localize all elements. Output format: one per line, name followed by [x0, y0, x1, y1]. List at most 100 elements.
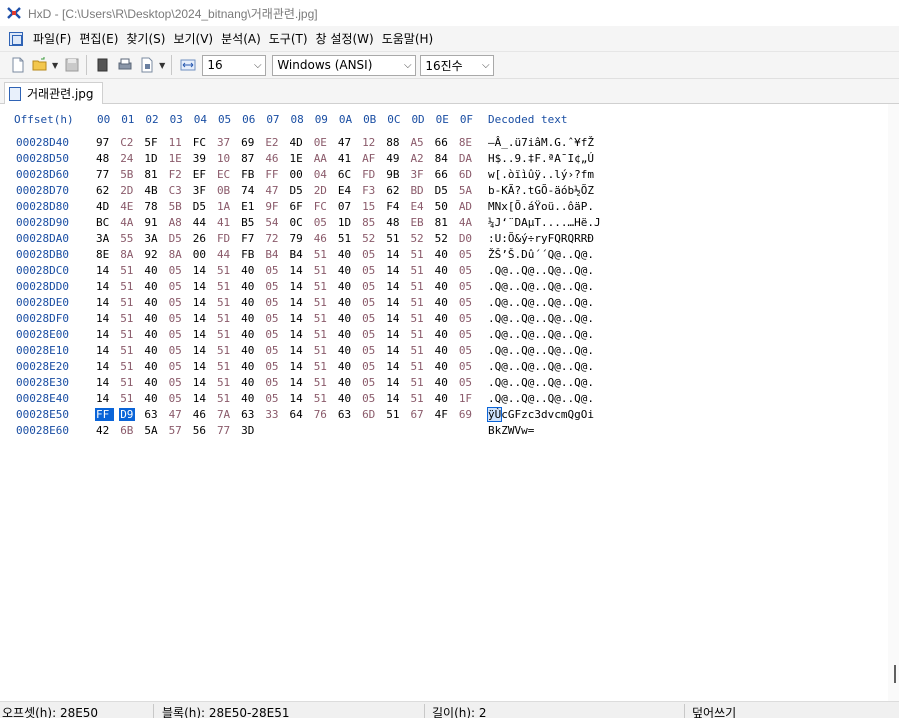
hex-byte[interactable]: 44	[193, 216, 217, 229]
row-decoded-text[interactable]: :U:Õ&ý÷ryFQRQRRÐ	[488, 232, 594, 245]
hex-byte[interactable]: 14	[290, 376, 314, 389]
hex-byte[interactable]: 40	[338, 328, 362, 341]
hex-byte[interactable]: 51	[217, 328, 241, 341]
vertical-scrollbar[interactable]	[888, 104, 899, 701]
menu-tools[interactable]: 도구(T)	[265, 30, 312, 47]
hex-byte[interactable]: EC	[217, 168, 241, 181]
hex-byte[interactable]: 51	[410, 264, 434, 277]
hex-byte[interactable]: 40	[338, 296, 362, 309]
hex-byte[interactable]: AD	[459, 200, 483, 213]
hex-byte[interactable]: F4	[386, 200, 410, 213]
hex-byte[interactable]: 51	[120, 280, 144, 293]
hex-byte[interactable]: 05	[362, 280, 386, 293]
hex-byte[interactable]: 7A	[217, 408, 241, 421]
hex-byte[interactable]: 14	[96, 296, 120, 309]
hex-byte[interactable]: 14	[290, 344, 314, 357]
hex-byte[interactable]: 10	[217, 152, 241, 165]
hex-byte[interactable]: 54	[265, 216, 289, 229]
row-bytes[interactable]: 3A 55 3A D5 26 FD F7 72 79 46 51 52 51 52 52 D0	[96, 232, 483, 245]
hex-byte[interactable]: 51	[410, 296, 434, 309]
hex-byte[interactable]: 51	[120, 344, 144, 357]
hex-byte[interactable]: 74	[241, 184, 265, 197]
hex-byte[interactable]: 51	[410, 248, 434, 261]
hex-byte[interactable]: 14	[193, 328, 217, 341]
hex-byte[interactable]: 37	[217, 136, 241, 149]
hex-byte[interactable]: 14	[290, 312, 314, 325]
open-dropdown-icon[interactable]: ▼	[52, 61, 58, 70]
hex-byte[interactable]: 12	[362, 136, 386, 149]
hex-byte[interactable]: 14	[386, 296, 410, 309]
hex-byte[interactable]: 40	[435, 376, 459, 389]
hex-byte[interactable]: 40	[435, 392, 459, 405]
hex-byte[interactable]: 40	[241, 296, 265, 309]
hex-byte[interactable]: 14	[290, 264, 314, 277]
hex-byte[interactable]: 48	[96, 152, 120, 165]
hex-byte[interactable]: 51	[120, 264, 144, 277]
hex-byte[interactable]: 14	[96, 328, 120, 341]
hex-byte[interactable]: 05	[459, 376, 483, 389]
hex-byte[interactable]: E4	[338, 184, 362, 197]
hex-byte[interactable]: 1D	[338, 216, 362, 229]
hex-byte[interactable]: 46	[314, 232, 338, 245]
hex-byte[interactable]: 05	[362, 392, 386, 405]
menu-edit[interactable]: 편집(E)	[75, 30, 122, 47]
hex-byte[interactable]: 62	[96, 184, 120, 197]
hex-byte[interactable]: 14	[193, 312, 217, 325]
hex-byte[interactable]: 40	[241, 312, 265, 325]
menu-window[interactable]: 창 설정(W)	[312, 30, 378, 47]
hex-byte[interactable]: D9	[119, 408, 144, 421]
bytes-per-row-select[interactable]: 16 ⌵	[202, 54, 267, 76]
hex-byte[interactable]: 24	[120, 152, 144, 165]
hex-byte[interactable]: 51	[217, 280, 241, 293]
hex-byte[interactable]: 05	[169, 296, 193, 309]
hex-byte[interactable]: 62	[386, 184, 410, 197]
hex-byte[interactable]: E1	[241, 200, 265, 213]
hex-byte[interactable]: 85	[362, 216, 386, 229]
row-bytes[interactable]: 14 51 40 05 14 51 40 05 14 51 40 05 14 51 40 05	[96, 344, 483, 357]
hex-byte[interactable]: 14	[386, 264, 410, 277]
hex-byte[interactable]: 51	[120, 360, 144, 373]
hex-byte[interactable]: 51	[217, 296, 241, 309]
hex-byte[interactable]: 14	[290, 296, 314, 309]
hex-byte[interactable]: A5	[410, 136, 434, 149]
hex-byte[interactable]: 05	[362, 344, 386, 357]
menu-search[interactable]: 찾기(S)	[122, 30, 169, 47]
hex-byte[interactable]: 40	[241, 392, 265, 405]
hex-byte[interactable]: E4	[410, 200, 434, 213]
hex-byte[interactable]: 14	[386, 328, 410, 341]
row-decoded-text[interactable]: .Q@..Q@..Q@..Q@.	[488, 328, 594, 341]
hex-byte[interactable]: 64	[290, 408, 314, 421]
hex-byte[interactable]: B4	[265, 248, 289, 261]
hex-byte[interactable]: E2	[265, 136, 289, 149]
hex-byte[interactable]: 6C	[338, 168, 362, 181]
hex-byte[interactable]: 05	[169, 376, 193, 389]
hex-byte[interactable]: 51	[314, 296, 338, 309]
hex-byte[interactable]: D5	[169, 232, 193, 245]
hex-byte[interactable]: 14	[386, 392, 410, 405]
hex-byte[interactable]: 14	[96, 280, 120, 293]
hex-byte[interactable]: 41	[338, 152, 362, 165]
hex-byte[interactable]: 51	[410, 328, 434, 341]
hex-byte[interactable]: 40	[241, 360, 265, 373]
row-decoded-text[interactable]: ŽŠ’Š.Dû´´Q@..Q@.	[488, 248, 594, 261]
hex-byte[interactable]: 3A	[144, 232, 168, 245]
hex-byte[interactable]: 3A	[96, 232, 120, 245]
hex-byte[interactable]: 40	[144, 344, 168, 357]
row-bytes[interactable]: 62 2D 4B C3 3F 0B 74 47 D5 2D E4 F3 62 BD D5 5A	[96, 184, 483, 197]
hex-byte[interactable]: 05	[169, 280, 193, 293]
hex-byte[interactable]: 05	[362, 376, 386, 389]
row-bytes[interactable]: 14 51 40 05 14 51 40 05 14 51 40 05 14 51 40 05	[96, 328, 483, 341]
offset-base-select[interactable]: 16진수 ⌵	[420, 54, 495, 76]
hex-byte[interactable]: 14	[386, 360, 410, 373]
hex-byte[interactable]: 51	[217, 392, 241, 405]
row-decoded-text[interactable]: .Q@..Q@..Q@..Q@.	[488, 264, 594, 277]
hex-byte[interactable]: 05	[459, 344, 483, 357]
hex-byte[interactable]: 05	[169, 264, 193, 277]
hex-byte[interactable]: FF	[265, 168, 289, 181]
hex-byte[interactable]: 91	[144, 216, 168, 229]
hex-byte[interactable]: 51	[120, 392, 144, 405]
hex-byte[interactable]: 51	[410, 312, 434, 325]
hex-byte[interactable]: 05	[362, 360, 386, 373]
hex-byte[interactable]: F3	[362, 184, 386, 197]
hex-byte[interactable]: 4E	[120, 200, 144, 213]
